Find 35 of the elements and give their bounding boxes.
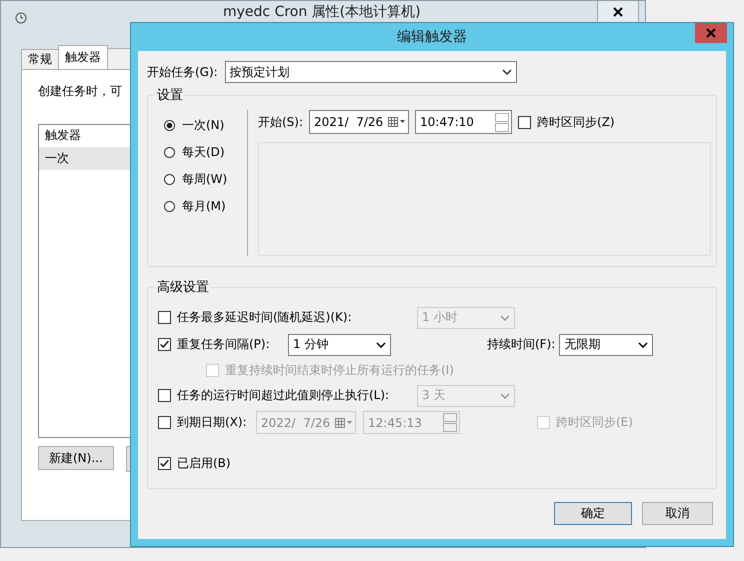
close-button[interactable]	[597, 1, 639, 23]
repeat-checkbox[interactable]: 重复任务间隔(P):	[158, 336, 288, 353]
stop-if-longer-checkbox[interactable]: 任务的运行时间超过此值则停止执行(L):	[158, 387, 417, 404]
duration-dropdown[interactable]: 无限期	[559, 334, 654, 356]
chevron-down-icon	[638, 342, 648, 348]
group-title: 高级设置	[155, 278, 211, 296]
repeat-interval-dropdown[interactable]: 1 分钟	[288, 334, 391, 356]
calendar-icon	[335, 418, 353, 428]
chevron-down-icon	[502, 69, 512, 75]
clock-icon	[15, 12, 27, 24]
delay-checkbox[interactable]: 任务最多延迟时间(随机延迟)(K):	[158, 309, 417, 326]
begin-task-dropdown[interactable]: 按预定计划	[224, 61, 517, 83]
dialog-title: 编辑触发器	[397, 28, 467, 46]
date-field[interactable]: 2021/ 7/26	[309, 110, 410, 134]
ok-button[interactable]: 确定	[554, 502, 632, 525]
description-text: 创建任务时，可	[38, 83, 122, 100]
duration-label: 持续时间(F):	[487, 336, 556, 353]
chevron-down-icon	[500, 392, 510, 398]
window-title: myedc Cron 属性(本地计算机)	[223, 4, 421, 20]
chevron-down-icon	[500, 314, 510, 320]
close-icon	[613, 6, 623, 16]
tab[interactable]: 触发器	[58, 45, 108, 69]
expire-checkbox[interactable]: 到期日期(X):	[158, 414, 256, 431]
time-field[interactable]: 10:47:10	[415, 110, 512, 134]
cancel-button[interactable]: 取消	[642, 502, 713, 525]
chevron-down-icon	[376, 342, 386, 348]
enabled-checkbox[interactable]: 已启用(B)	[158, 455, 231, 472]
begin-task-label: 开始任务(G):	[147, 64, 218, 80]
close-icon	[706, 28, 716, 38]
calendar-icon	[388, 117, 406, 127]
tab[interactable]: 常规	[21, 49, 59, 69]
sync-checkbox[interactable]: 跨时区同步(Z)	[518, 114, 615, 130]
schedule-radio[interactable]: 每月(M)	[164, 197, 226, 216]
new-button[interactable]: 新建(N)...	[38, 446, 114, 470]
schedule-radio[interactable]: 每周(W)	[164, 170, 228, 189]
